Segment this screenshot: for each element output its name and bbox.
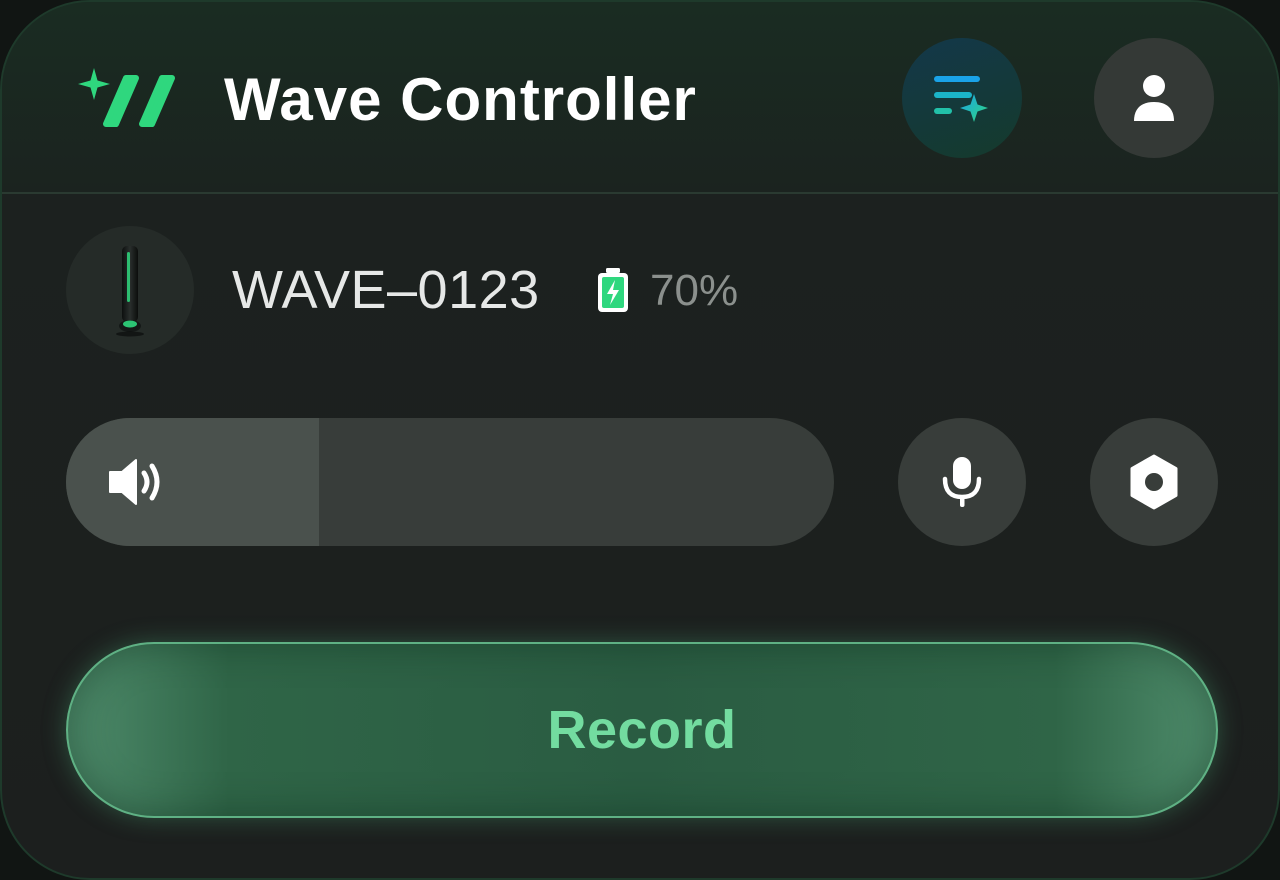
volume-level-fill [66,418,320,546]
settings-button[interactable] [1090,418,1218,546]
logo-icon [78,68,175,127]
speaker-icon [109,459,160,505]
battery-percentage: 70% [650,266,739,315]
queue-sparkle-icon [934,76,988,122]
controller-panel: Wave Controller WAVE–0123 70% Record [0,0,1280,880]
microphone-button[interactable] [898,418,1026,546]
device-name: WAVE–0123 [232,260,540,320]
record-button-label: Record [547,700,737,760]
queue-button[interactable] [902,38,1022,158]
user-icon [1134,75,1174,121]
profile-button[interactable] [1094,38,1214,158]
header: Wave Controller [2,2,1278,194]
app-title: Wave Controller [224,66,697,133]
record-button[interactable]: Record [66,642,1218,818]
volume-slider[interactable] [66,418,834,546]
device-image [66,226,194,354]
device-icon [116,246,144,337]
battery-charging-icon [598,268,628,312]
hex-nut-settings-icon [1130,454,1178,510]
microphone-icon [942,457,982,507]
